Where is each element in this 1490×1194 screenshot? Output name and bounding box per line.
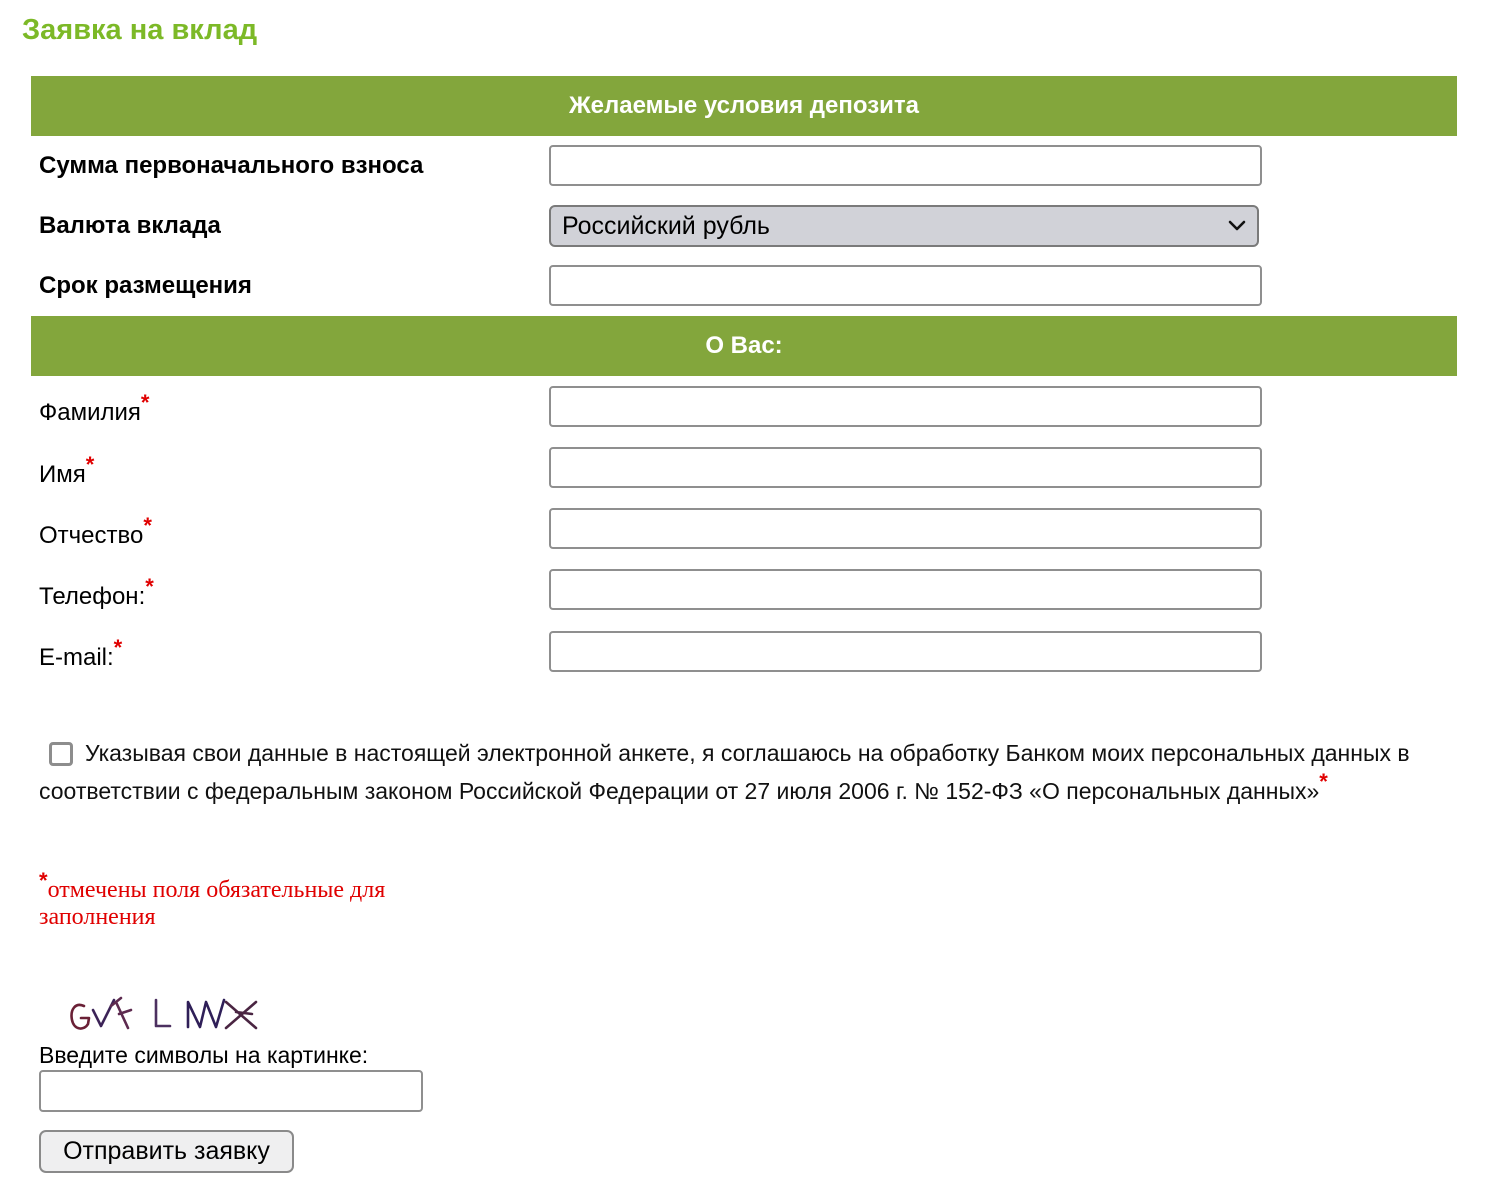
phone-input[interactable] [549,569,1262,610]
submit-button[interactable]: Отправить заявку [39,1130,294,1173]
captcha-input[interactable] [39,1070,423,1112]
required-marker: * [85,452,95,477]
captcha-image [66,990,266,1036]
required-marker: * [145,574,154,599]
email-label-text: E-mail: [39,644,114,671]
section-header-deposit-terms-label: Желаемые условия депозита [568,92,919,119]
consent-checkbox[interactable] [49,742,73,766]
phone-label: Телефон:* [39,574,154,612]
amount-label: Сумма первоначального взноса [39,152,424,179]
consent-text: Указывая свои данные в настоящей электро… [39,740,1410,804]
middle-name-input[interactable] [549,508,1262,549]
page-title: Заявка на вклад [22,14,258,46]
email-input[interactable] [549,631,1262,672]
currency-select-value: Российский рубль [562,211,770,240]
required-marker: * [143,513,152,538]
section-header-deposit-terms: Желаемые условия депозита [31,76,1457,136]
section-header-about-you: О Вас: [31,316,1457,376]
last-name-input[interactable] [549,386,1262,427]
required-marker: * [1319,769,1328,794]
last-name-label: Фамилия* [39,390,149,428]
first-name-label-text: Имя [39,461,86,488]
required-marker: * [113,635,123,660]
middle-name-label: Отчество* [39,513,152,551]
last-name-label-text: Фамилия [39,399,141,426]
captcha-label: Введите символы на картинке: [39,1042,369,1068]
term-input[interactable] [549,265,1262,306]
consent-block: Указывая свои данные в настоящей электро… [39,734,1429,811]
amount-input[interactable] [549,145,1262,186]
required-fields-note: *отмечены поля обязательные для заполнен… [39,868,449,931]
section-header-about-you-label: О Вас: [705,332,783,359]
required-note-text: отмечены поля обязательные для заполнени… [39,877,386,930]
required-marker: * [140,390,150,415]
first-name-input[interactable] [549,447,1262,488]
email-label: E-mail:* [39,635,122,673]
phone-label-text: Телефон: [39,583,146,610]
currency-label: Валюта вклада [39,212,221,239]
required-marker: * [39,868,48,893]
chevron-down-icon [1227,219,1247,233]
middle-name-label-text: Отчество [39,522,144,549]
term-label: Срок размещения [39,272,252,299]
currency-select[interactable]: Российский рубль [549,205,1259,247]
first-name-label: Имя* [39,452,94,490]
